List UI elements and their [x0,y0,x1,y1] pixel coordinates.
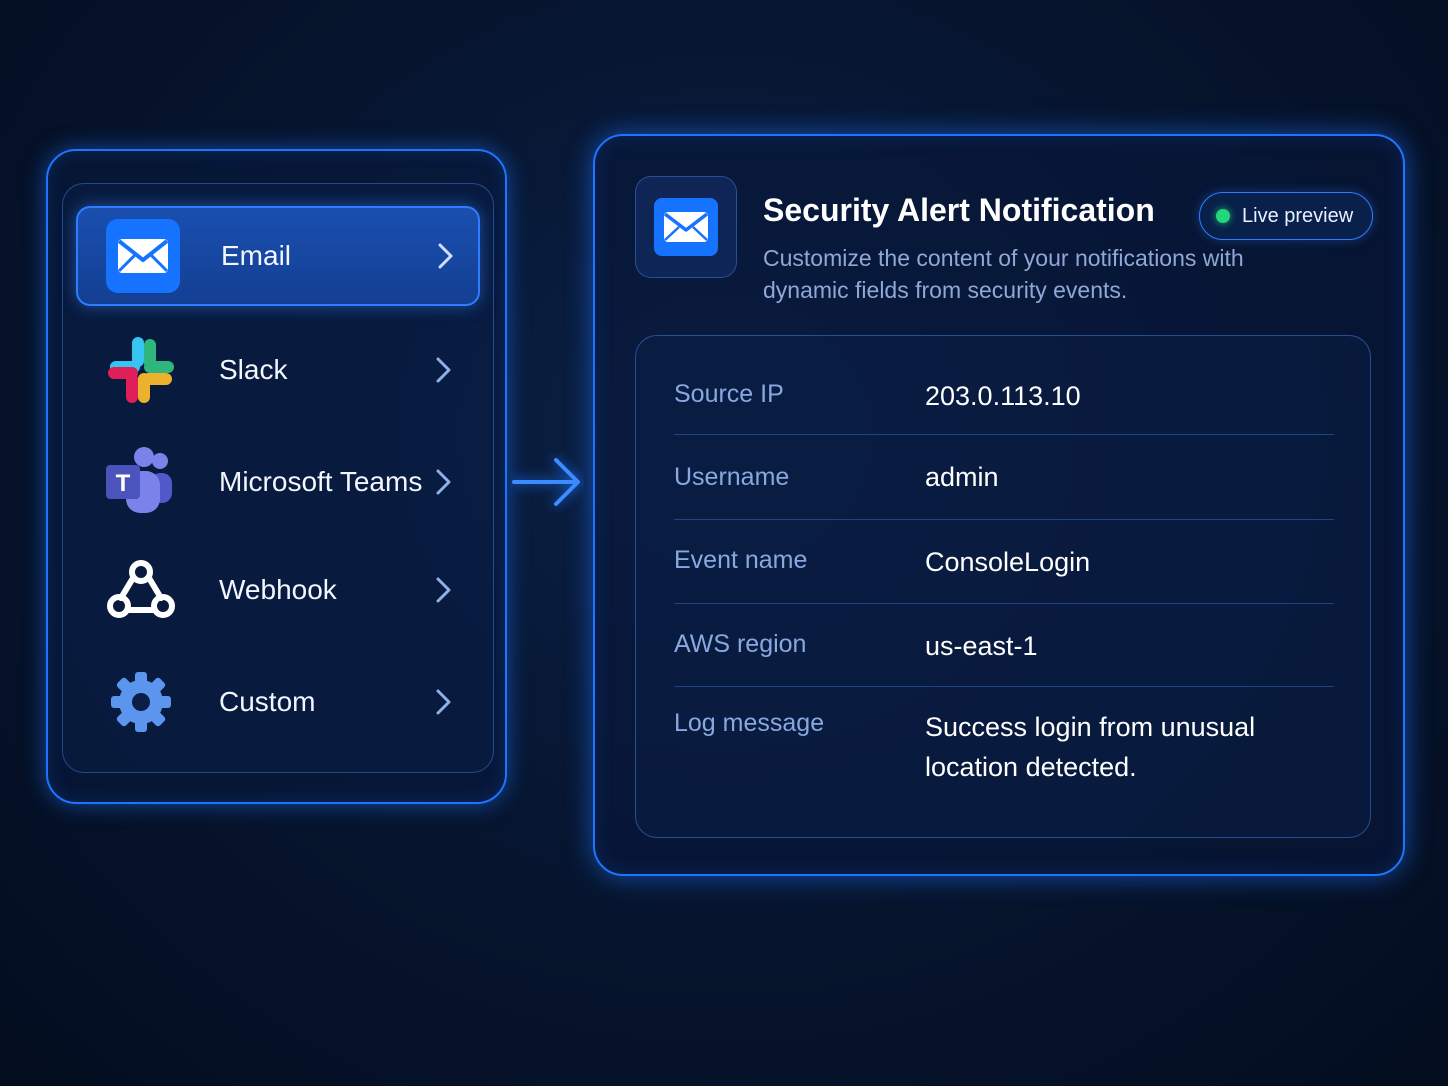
channel-item-slack[interactable]: Slack [76,320,480,420]
field-value: ConsoleLogin [925,547,1091,577]
channel-label: Email [221,240,292,271]
field-row-aws-region: AWS region us-east-1 [674,604,1334,687]
live-preview-label: Live preview [1242,204,1354,227]
arrow-right-icon [512,458,580,506]
channel-item-microsoft-teams[interactable]: T Microsoft Teams [76,432,480,532]
dynamic-fields-table: Source IP 203.0.113.10 Username admin Ev… [635,335,1371,838]
chevron-right-icon [436,577,451,603]
channel-list: Email Slack T Microsoft Teams Webhook Cu… [62,183,494,773]
field-value: Success login from unusual location dete… [925,712,1256,782]
field-row-username: Username admin [674,435,1334,520]
email-icon [106,219,180,293]
teams-icon: T [104,445,178,519]
channel-label: Webhook [219,574,337,605]
channel-label: Microsoft Teams [219,466,423,497]
status-dot-icon [1216,209,1230,223]
field-row-log-message: Log message Success login from unusual l… [674,687,1334,817]
channel-item-custom[interactable]: Custom [76,652,480,752]
field-value: us-east-1 [925,631,1038,661]
page-description: Customize the content of your notificati… [763,245,1244,303]
notification-preview-panel: Security Alert Notification Customize th… [593,134,1405,876]
slack-icon [104,333,178,407]
field-label: Username [674,463,790,491]
field-label: Event name [674,546,808,574]
field-row-event-name: Event name ConsoleLogin [674,520,1334,604]
field-value: admin [925,462,999,492]
live-preview-badge[interactable]: Live preview [1199,192,1373,240]
channel-item-email[interactable]: Email [76,206,480,306]
chevron-right-icon [436,469,451,495]
channel-label: Custom [219,686,316,717]
field-label: AWS region [674,630,807,658]
chevron-right-icon [438,243,453,269]
page-title: Security Alert Notification [763,192,1155,228]
field-value: 203.0.113.10 [925,381,1081,411]
email-icon [635,176,737,278]
svg-text:T: T [116,470,131,497]
gear-icon [104,665,178,739]
channel-panel: Email Slack T Microsoft Teams Webhook Cu… [46,149,507,804]
field-label: Source IP [674,380,784,408]
field-label: Log message [674,709,825,737]
webhook-icon [104,553,178,627]
chevron-right-icon [436,689,451,715]
chevron-right-icon [436,357,451,383]
channel-label: Slack [219,354,288,385]
field-row-source-ip: Source IP 203.0.113.10 [674,354,1334,435]
channel-item-webhook[interactable]: Webhook [76,540,480,640]
stage: Email Slack T Microsoft Teams Webhook Cu… [0,0,1448,1086]
